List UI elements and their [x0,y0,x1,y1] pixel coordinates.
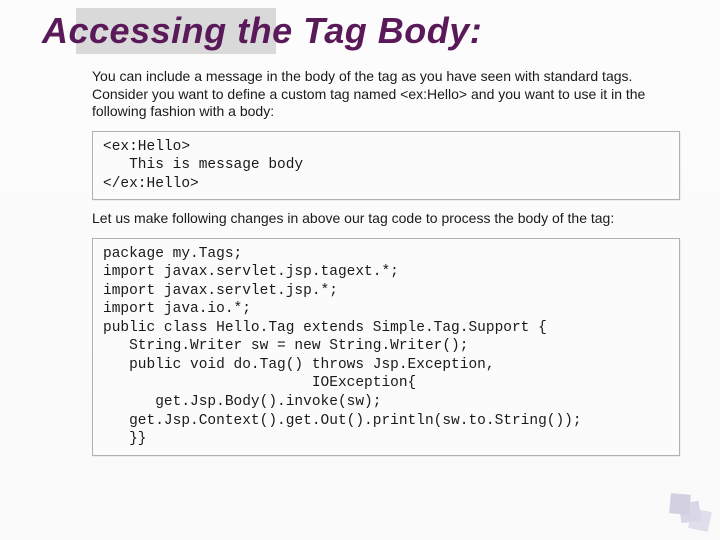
page-title: Accessing the Tag Body: [42,8,680,52]
mid-paragraph: Let us make following changes in above o… [92,210,680,228]
content-area: You can include a message in the body of… [92,68,680,456]
title-wrap: Accessing the Tag Body: [42,8,680,52]
code-block-usage: <ex:Hello> This is message body </ex:Hel… [92,131,680,201]
code-block-class: package my.Tags; import javax.servlet.js… [92,238,680,456]
corner-decoration-icon [660,480,714,534]
intro-paragraph: You can include a message in the body of… [92,68,680,121]
slide-container: Accessing the Tag Body: You can include … [0,0,720,540]
